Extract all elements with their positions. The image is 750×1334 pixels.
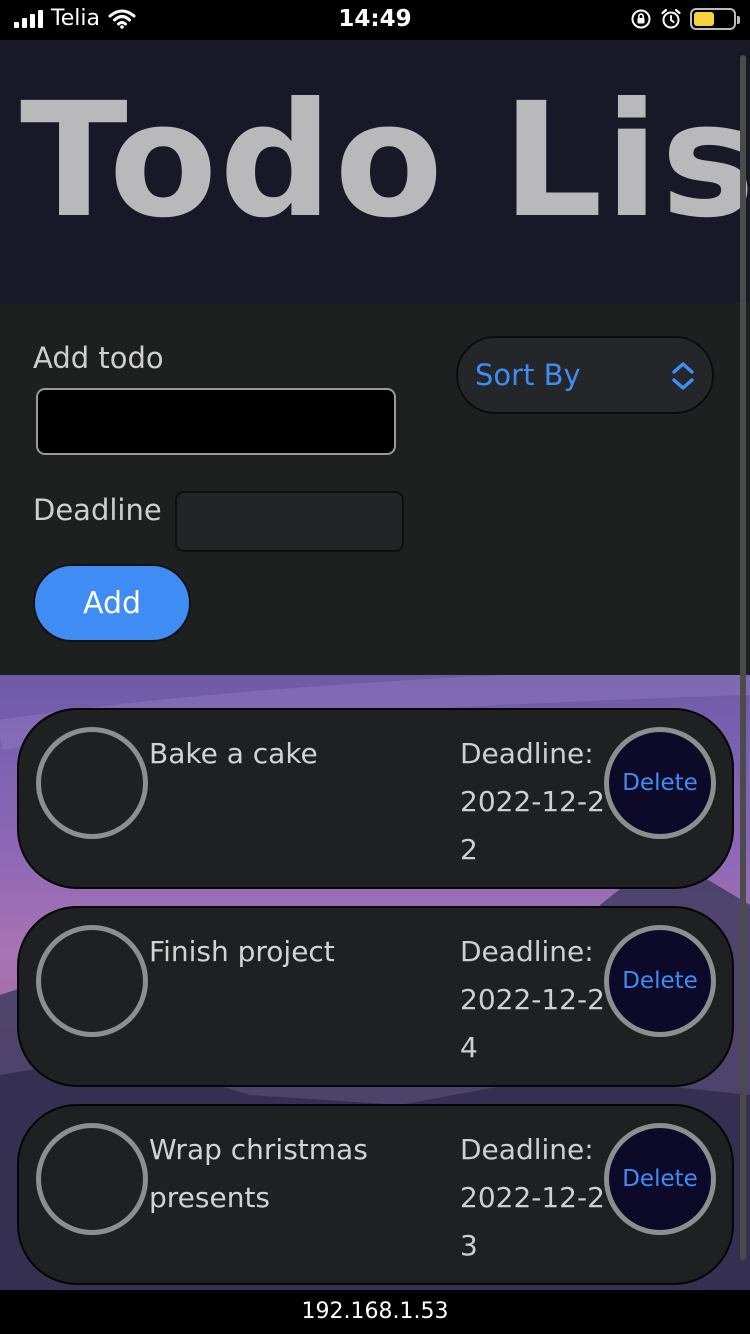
complete-checkbox[interactable] xyxy=(36,925,148,1037)
delete-button[interactable]: Delete xyxy=(604,1123,716,1235)
browser-url-bar[interactable]: 192.168.1.53 xyxy=(0,1290,750,1334)
add-todo-panel: Add todo Deadline Add Sort By xyxy=(0,303,750,675)
deadline-label: Deadline xyxy=(33,493,162,527)
delete-button[interactable]: Delete xyxy=(604,925,716,1037)
todo-deadline: Deadline: 2022-12-23 xyxy=(460,1133,605,1262)
delete-button[interactable]: Delete xyxy=(604,727,716,839)
todo-deadline: Deadline: 2022-12-22 xyxy=(460,737,605,866)
todo-item: Wrap christmas presents Deadline: 2022-1… xyxy=(17,1104,734,1285)
todo-item: Bake a cake Deadline: 2022-12-22 Delete xyxy=(17,708,734,889)
todo-input[interactable] xyxy=(36,388,396,455)
todo-text: Finish project xyxy=(149,935,335,968)
add-todo-label: Add todo xyxy=(33,341,164,375)
deadline-field[interactable] xyxy=(175,491,404,552)
page-title: Todo List xyxy=(20,69,750,253)
battery-icon xyxy=(690,8,740,30)
sort-by-select[interactable]: Sort By xyxy=(456,336,714,414)
todo-text: Wrap christmas presents xyxy=(149,1133,368,1214)
todo-item: Finish project Deadline: 2022-12-24 Dele… xyxy=(17,906,734,1087)
complete-checkbox[interactable] xyxy=(36,1123,148,1235)
status-right xyxy=(630,8,740,30)
app-header: Todo List xyxy=(0,40,750,303)
alarm-icon xyxy=(661,8,681,29)
sort-by-label: Sort By xyxy=(475,358,581,392)
todo-deadline: Deadline: 2022-12-24 xyxy=(460,935,605,1064)
status-bar: Telia 14:49 xyxy=(0,0,750,40)
rotation-lock-icon xyxy=(631,9,651,29)
todo-text: Bake a cake xyxy=(149,737,318,770)
complete-checkbox[interactable] xyxy=(36,727,148,839)
chevron-up-down-icon xyxy=(672,362,694,390)
add-button[interactable]: Add xyxy=(33,564,191,642)
page-scrollbar[interactable] xyxy=(740,55,746,1260)
